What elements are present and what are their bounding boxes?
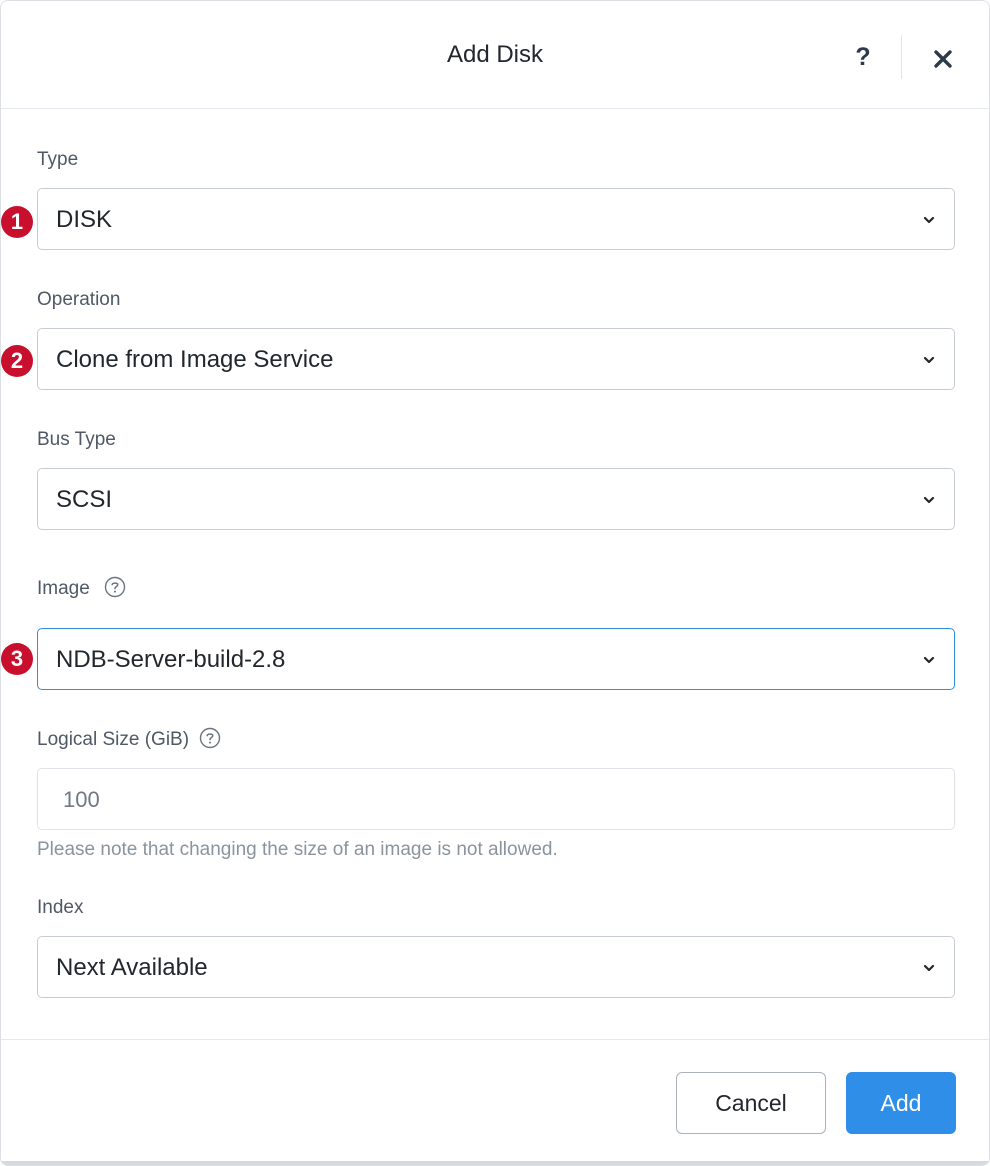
chevron-down-icon bbox=[923, 496, 935, 504]
chevron-down-icon bbox=[923, 656, 935, 664]
type-select[interactable]: DISK bbox=[37, 188, 955, 250]
index-select-value: Next Available bbox=[56, 954, 208, 981]
add-disk-dialog: Add Disk ? Type DISK 1 Operation Clone f… bbox=[0, 0, 990, 1166]
bus-type-label: Bus Type bbox=[37, 429, 116, 450]
header-divider bbox=[901, 35, 902, 79]
cancel-button[interactable]: Cancel bbox=[676, 1072, 826, 1134]
step-badge-3: 3 bbox=[1, 643, 33, 675]
logical-size-label-text: Logical Size (GiB) bbox=[37, 729, 190, 750]
type-select-value: DISK bbox=[56, 206, 113, 233]
image-select-value: NDB-Server-build-2.8 bbox=[56, 646, 286, 673]
logical-size-hint: Please note that changing the size of an… bbox=[37, 839, 558, 860]
bus-type-select-value: SCSI bbox=[56, 486, 113, 513]
dialog-bottom-edge bbox=[1, 1161, 989, 1165]
step-badge-1: 1 bbox=[1, 206, 33, 238]
chevron-down-icon bbox=[923, 216, 935, 224]
index-select[interactable]: Next Available bbox=[37, 936, 955, 998]
operation-select[interactable]: Clone from Image Service bbox=[37, 328, 955, 390]
dialog-title: Add Disk bbox=[446, 41, 544, 68]
operation-label: Operation bbox=[37, 289, 121, 310]
chevron-down-icon bbox=[923, 964, 935, 972]
operation-select-value: Clone from Image Service bbox=[56, 346, 334, 373]
image-label: Image bbox=[37, 575, 127, 600]
dialog-header: Add Disk ? bbox=[1, 1, 989, 109]
step-badge-2: 2 bbox=[1, 345, 33, 377]
close-icon bbox=[934, 50, 952, 68]
image-label-text: Image bbox=[37, 578, 90, 599]
logical-size-value: 100 bbox=[63, 787, 100, 812]
question-circle-icon[interactable] bbox=[198, 726, 222, 750]
logical-size-input[interactable]: 100 bbox=[37, 768, 955, 830]
type-label: Type bbox=[37, 149, 79, 170]
image-select[interactable]: NDB-Server-build-2.8 bbox=[37, 628, 955, 690]
dialog-footer: Cancel Add bbox=[1, 1039, 989, 1165]
help-button[interactable]: ? bbox=[846, 37, 880, 77]
add-button[interactable]: Add bbox=[846, 1072, 956, 1134]
question-circle-icon[interactable] bbox=[103, 575, 127, 599]
bus-type-select[interactable]: SCSI bbox=[37, 468, 955, 530]
chevron-down-icon bbox=[923, 356, 935, 364]
logical-size-label: Logical Size (GiB) bbox=[37, 726, 222, 751]
index-label: Index bbox=[37, 897, 84, 918]
close-button[interactable] bbox=[924, 39, 964, 79]
